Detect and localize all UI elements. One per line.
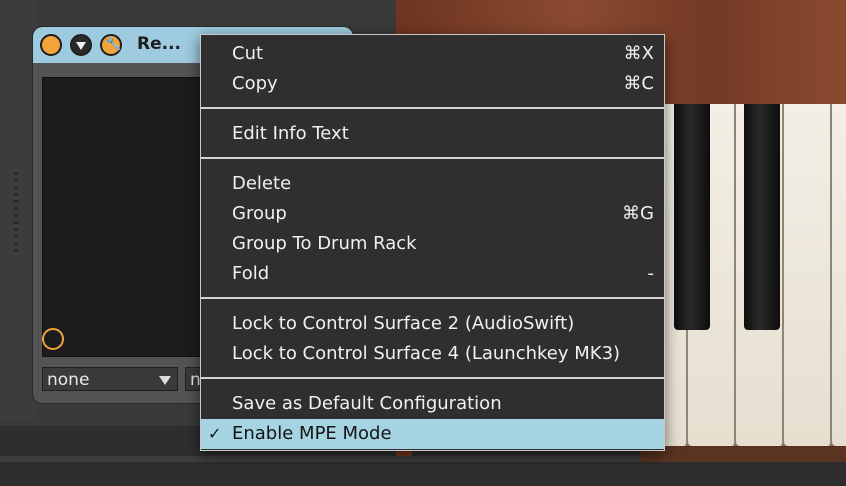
xy-pad[interactable] (42, 77, 224, 357)
menu-item-save-as-default-configuration[interactable]: Save as Default Configuration (201, 389, 664, 419)
menu-item-edit-info-text[interactable]: Edit Info Text (201, 119, 664, 149)
menu-item-label: Fold (232, 263, 270, 284)
menu-item-shortcut: ⌘C (623, 73, 654, 94)
menu-item-label: Cut (232, 43, 264, 64)
device-chain-rail (0, 0, 36, 420)
piano-keyboard (640, 104, 846, 450)
menu-item-shortcut: - (647, 263, 655, 284)
chevron-down-icon (76, 42, 86, 50)
device-name: Re... (137, 34, 181, 54)
menu-item-lock-to-control-surface-2-audioswift[interactable]: Lock to Control Surface 2 (AudioSwift) (201, 309, 664, 339)
menu-item-label: Enable MPE Mode (232, 423, 392, 444)
source-select-value: none (47, 370, 90, 390)
menu-item-enable-mpe-mode[interactable]: ✓ Enable MPE Mode (201, 419, 664, 449)
menu-separator (201, 157, 664, 159)
power-icon[interactable] (40, 34, 62, 56)
menu-item-label: Lock to Control Surface 2 (AudioSwift) (232, 313, 575, 334)
piano-black-key[interactable] (674, 104, 710, 330)
menu-item-label: Edit Info Text (232, 123, 349, 144)
check-icon: ✓ (208, 424, 222, 443)
menu-item-shortcut: ⌘G (622, 203, 654, 224)
menu-separator (201, 377, 664, 379)
menu-item-group-to-drum-rack[interactable]: Group To Drum Rack (201, 229, 664, 259)
menu-item-copy[interactable]: Copy ⌘C (201, 69, 664, 99)
drag-grip-icon[interactable] (14, 172, 18, 252)
dropdown-arrow-icon (159, 376, 171, 385)
menu-item-label: Copy (232, 73, 278, 94)
piano-black-key[interactable] (744, 104, 780, 330)
menu-item-label: Delete (232, 173, 292, 194)
menu-item-lock-to-control-surface-4-launchkey-mk3[interactable]: Lock to Control Surface 4 (Launchkey MK3… (201, 339, 664, 369)
piano-white-key[interactable] (784, 104, 832, 446)
keyboard-base (640, 446, 846, 462)
menu-item-shortcut: ⌘X (623, 43, 654, 64)
menu-item-label: Save as Default Configuration (232, 393, 502, 414)
source-select[interactable]: none (42, 367, 178, 391)
wrench-glyph: 🔧 (105, 37, 122, 52)
menu-item-label: Group To Drum Rack (232, 233, 417, 254)
fold-toggle-button[interactable] (70, 34, 92, 56)
menu-item-fold[interactable]: Fold - (201, 259, 664, 289)
menu-item-cut[interactable]: Cut ⌘X (201, 39, 664, 69)
wrench-icon[interactable]: 🔧 (100, 34, 122, 56)
piano-white-key[interactable] (832, 104, 846, 446)
context-menu: Cut ⌘X Copy ⌘C Edit Info Text Delete Group ⌘G Gr… (200, 34, 665, 451)
menu-separator (201, 107, 664, 109)
menu-item-label: Lock to Control Surface 4 (Launchkey MK3… (232, 343, 621, 364)
menu-item-delete[interactable]: Delete (201, 169, 664, 199)
menu-item-label: Group (232, 203, 287, 224)
menu-item-group[interactable]: Group ⌘G (201, 199, 664, 229)
menu-separator (201, 297, 664, 299)
xy-pad-handle[interactable] (42, 328, 64, 350)
